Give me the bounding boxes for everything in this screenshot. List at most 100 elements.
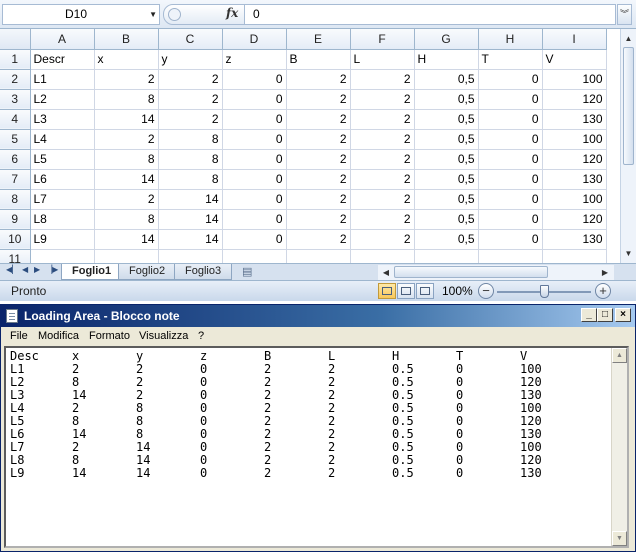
cell[interactable]: 120	[542, 149, 607, 170]
tab-foglio3[interactable]: Foglio3	[174, 264, 233, 280]
row-header[interactable]: 7	[0, 169, 31, 190]
cell[interactable]: 120	[542, 89, 607, 110]
cell[interactable]: L9	[30, 229, 95, 250]
cell[interactable]: 2	[286, 189, 351, 210]
cell[interactable]: 2	[350, 189, 415, 210]
page-layout-view-icon[interactable]	[397, 283, 415, 299]
cell[interactable]: 100	[542, 69, 607, 90]
column-header-i[interactable]: I	[542, 29, 607, 50]
cell[interactable]: 2	[286, 149, 351, 170]
cell[interactable]: 0,5	[414, 209, 479, 230]
cell[interactable]: 0	[478, 189, 543, 210]
scroll-down-icon[interactable]: ▼	[621, 246, 636, 261]
cell[interactable]: x	[94, 49, 159, 70]
cell[interactable]: L5	[30, 149, 95, 170]
cell[interactable]: 0	[222, 149, 287, 170]
cell[interactable]	[414, 249, 479, 263]
cell[interactable]: 2	[286, 109, 351, 130]
row-header[interactable]: 6	[0, 149, 31, 170]
cell[interactable]: 100	[542, 189, 607, 210]
row-header[interactable]: 4	[0, 109, 31, 130]
cell[interactable]: Descr	[30, 49, 95, 70]
last-sheet-icon[interactable]: ▕▶	[46, 265, 58, 274]
cell[interactable]: L3	[30, 109, 95, 130]
cell[interactable]: 2	[350, 169, 415, 190]
cell[interactable]: 130	[542, 229, 607, 250]
cell[interactable]: 2	[350, 209, 415, 230]
horizontal-scrollbar[interactable]: ◀ ▶	[378, 265, 614, 280]
formula-input[interactable]: 0	[245, 4, 616, 25]
cell[interactable]: L4	[30, 129, 95, 150]
cell[interactable]: 14	[158, 229, 223, 250]
cell[interactable]: 0	[478, 129, 543, 150]
column-header-h[interactable]: H	[478, 29, 543, 50]
chevron-down-icon[interactable]: ▼	[149, 5, 157, 24]
column-header-a[interactable]: A	[30, 29, 95, 50]
maximize-button[interactable]: □	[597, 308, 613, 322]
next-sheet-icon[interactable]: ▶	[34, 265, 40, 274]
close-button[interactable]: ×	[615, 308, 631, 322]
cell[interactable]: 2	[286, 209, 351, 230]
name-box[interactable]: D10 ▼	[2, 4, 160, 25]
cell[interactable]	[542, 249, 607, 263]
cell[interactable]: 120	[542, 209, 607, 230]
cell[interactable]: 0,5	[414, 89, 479, 110]
cell[interactable]: 14	[158, 209, 223, 230]
cell[interactable]: 0	[222, 209, 287, 230]
cell[interactable]: 0	[222, 229, 287, 250]
scroll-left-icon[interactable]: ◀	[379, 265, 393, 280]
cell[interactable]: 0	[478, 89, 543, 110]
cell[interactable]: 0,5	[414, 189, 479, 210]
cell[interactable]: 2	[158, 109, 223, 130]
cell[interactable]: 0,5	[414, 149, 479, 170]
row-header[interactable]: 2	[0, 69, 31, 90]
column-header-c[interactable]: C	[158, 29, 223, 50]
cell[interactable]	[478, 249, 543, 263]
insert-sheet-icon[interactable]: ▤	[242, 265, 252, 278]
notepad-text-area[interactable]: Desc x y z B L H T V L1 2 2 0 2 2 0.5 0 100 L2 8 2 0 2 2 0.5 0 120…	[4, 346, 629, 548]
cell[interactable]: L8	[30, 209, 95, 230]
vertical-scrollbar[interactable]: ▲ ▼	[620, 29, 636, 263]
cell[interactable]: 0,5	[414, 109, 479, 130]
cell[interactable]: 0,5	[414, 69, 479, 90]
expand-formula-bar-icon[interactable]: ︾	[617, 4, 632, 25]
zoom-level[interactable]: 100%	[442, 284, 473, 298]
cell[interactable]: 8	[158, 169, 223, 190]
cell[interactable]: 2	[350, 109, 415, 130]
cell[interactable]	[94, 249, 159, 263]
column-header-d[interactable]: D	[222, 29, 287, 50]
cell[interactable]: 8	[158, 149, 223, 170]
page-break-view-icon[interactable]	[416, 283, 434, 299]
cell[interactable]: 100	[542, 129, 607, 150]
cell[interactable]: L7	[30, 189, 95, 210]
cell[interactable]: L1	[30, 69, 95, 90]
cell[interactable]: 0,5	[414, 129, 479, 150]
scroll-thumb[interactable]	[623, 47, 634, 165]
cell[interactable]: 8	[158, 129, 223, 150]
cell[interactable]: 0	[478, 169, 543, 190]
cell[interactable]: T	[478, 49, 543, 70]
cell[interactable]: 8	[94, 209, 159, 230]
cell[interactable]: 2	[94, 69, 159, 90]
cell[interactable]: 2	[350, 89, 415, 110]
cell[interactable]: 0	[478, 209, 543, 230]
scroll-right-icon[interactable]: ▶	[598, 265, 612, 280]
row-header[interactable]: 9	[0, 209, 31, 230]
minimize-button[interactable]: _	[581, 308, 597, 322]
cell[interactable]: 0	[222, 129, 287, 150]
cell[interactable]: 0	[478, 69, 543, 90]
cell[interactable]: 0	[478, 229, 543, 250]
row-header[interactable]: 3	[0, 89, 31, 110]
menu-file[interactable]: File	[10, 330, 28, 342]
scroll-down-icon[interactable]: ▼	[612, 531, 627, 546]
cell[interactable]: 14	[94, 109, 159, 130]
cell[interactable]: 0	[222, 109, 287, 130]
row-header[interactable]: 5	[0, 129, 31, 150]
cell[interactable]: 0	[222, 169, 287, 190]
cell[interactable]: 2	[286, 89, 351, 110]
resize-handle-icon[interactable]	[168, 8, 181, 21]
cell[interactable]	[158, 249, 223, 263]
menu-modifica[interactable]: Modifica	[38, 330, 79, 342]
row-header[interactable]: 11	[0, 249, 31, 263]
cell[interactable]	[350, 249, 415, 263]
